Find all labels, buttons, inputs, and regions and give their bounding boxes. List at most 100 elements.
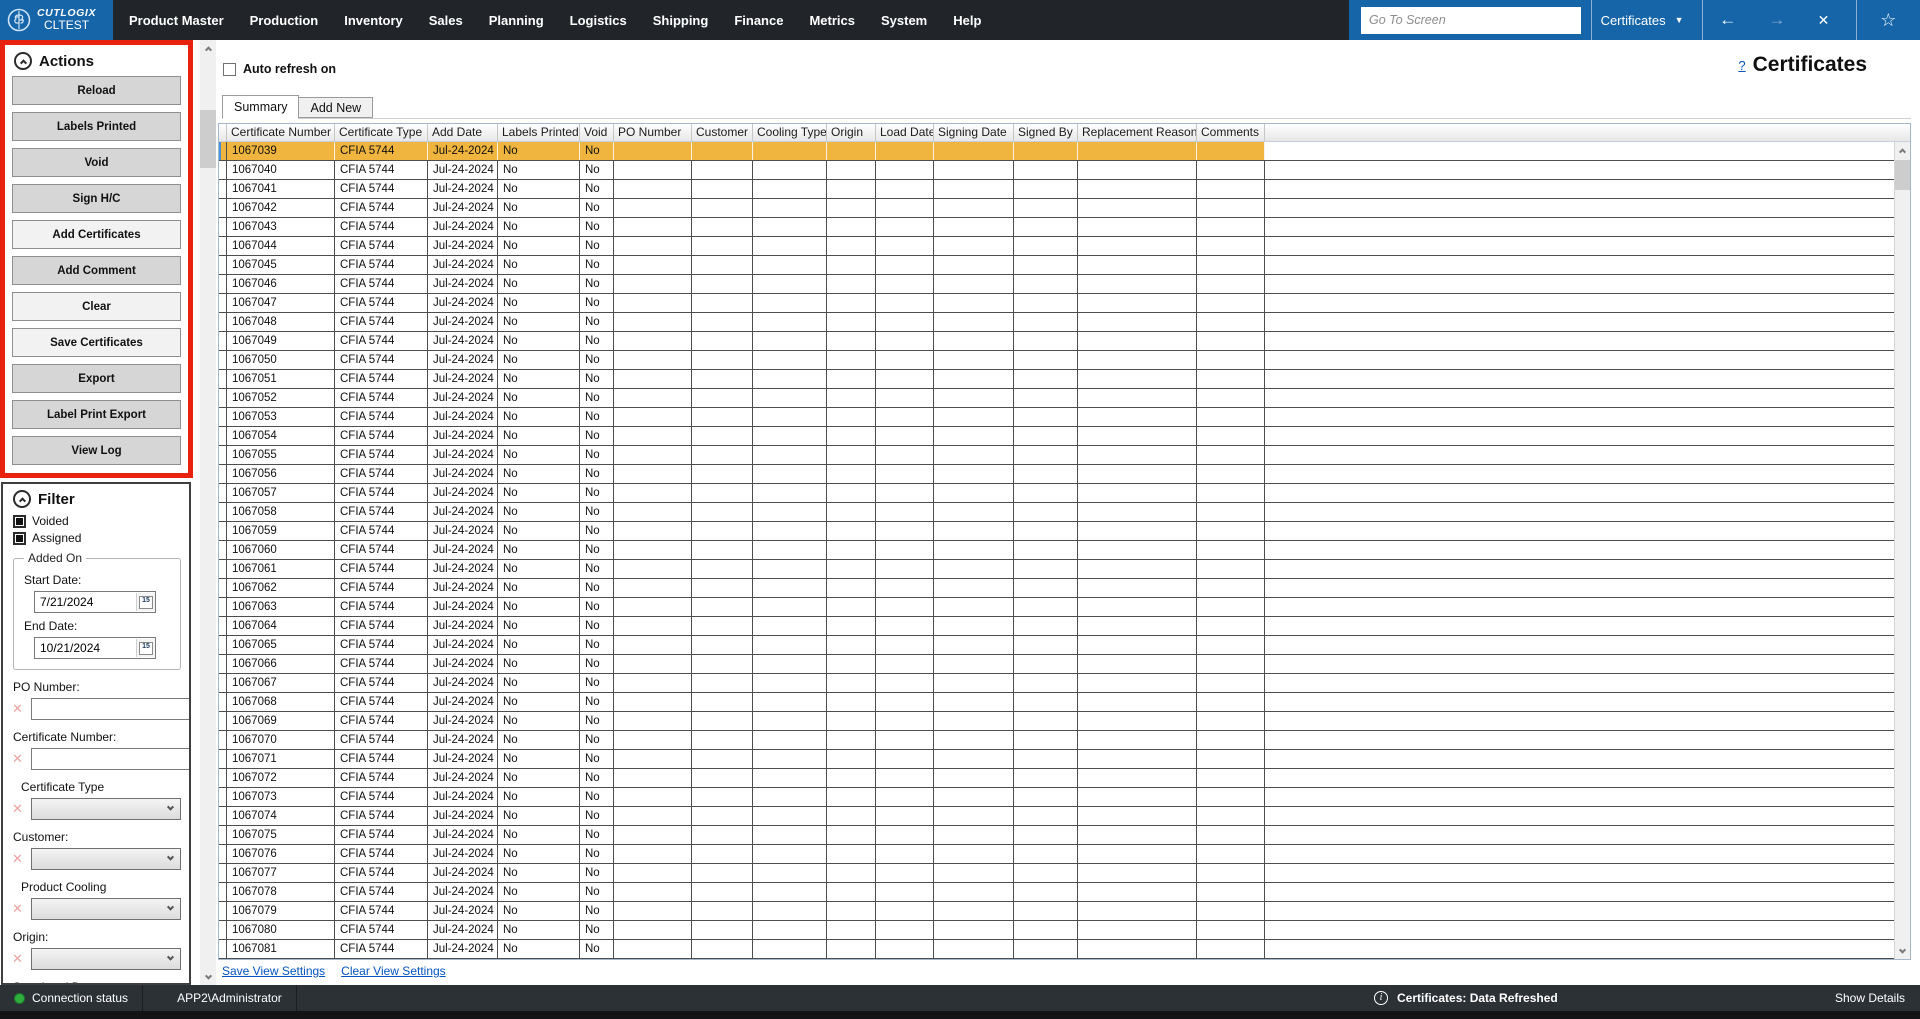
scroll-up-button[interactable] xyxy=(1895,142,1910,158)
table-row[interactable]: 1067056CFIA 5744Jul-24-2024NoNo xyxy=(219,465,1910,484)
column-header-void[interactable]: Void xyxy=(580,124,614,141)
table-row[interactable]: 1067066CFIA 5744Jul-24-2024NoNo xyxy=(219,655,1910,674)
table-row[interactable]: 1067041CFIA 5744Jul-24-2024NoNo xyxy=(219,180,1910,199)
collapse-actions-button[interactable] xyxy=(14,52,32,70)
table-row[interactable]: 1067051CFIA 5744Jul-24-2024NoNo xyxy=(219,370,1910,389)
sidebar-scrollbar[interactable] xyxy=(200,40,216,985)
table-row[interactable]: 1067044CFIA 5744Jul-24-2024NoNo xyxy=(219,237,1910,256)
save-view-settings-link[interactable]: Save View Settings xyxy=(222,964,325,978)
table-row-selected[interactable]: 1067039CFIA 5744Jul-24-2024NoNo xyxy=(219,142,1910,161)
start-date-calendar-button[interactable]: 15 xyxy=(136,593,155,611)
table-row[interactable]: 1067065CFIA 5744Jul-24-2024NoNo xyxy=(219,636,1910,655)
table-row[interactable]: 1067057CFIA 5744Jul-24-2024NoNo xyxy=(219,484,1910,503)
column-header-signing-date[interactable]: Signing Date xyxy=(934,124,1014,141)
table-row[interactable]: 1067081CFIA 5744Jul-24-2024NoNo xyxy=(219,940,1910,959)
table-row[interactable]: 1067060CFIA 5744Jul-24-2024NoNo xyxy=(219,541,1910,560)
forward-arrow-icon[interactable]: → xyxy=(1768,0,1785,40)
table-row[interactable]: 1067048CFIA 5744Jul-24-2024NoNo xyxy=(219,313,1910,332)
filter-select-origin[interactable] xyxy=(31,948,181,970)
menu-production[interactable]: Production xyxy=(250,13,319,28)
menu-product-master[interactable]: Product Master xyxy=(129,13,224,28)
menu-inventory[interactable]: Inventory xyxy=(344,13,403,28)
table-row[interactable]: 1067061CFIA 5744Jul-24-2024NoNo xyxy=(219,560,1910,579)
sign-h-c-button[interactable]: Sign H/C xyxy=(12,184,181,213)
filter-select-customer[interactable] xyxy=(31,848,181,870)
clear-filter-icon[interactable]: ✕ xyxy=(12,801,26,817)
column-header-customer[interactable]: Customer xyxy=(692,124,753,141)
add-comment-button[interactable]: Add Comment xyxy=(12,256,181,285)
clear-filter-icon[interactable]: ✕ xyxy=(12,951,26,967)
menu-shipping[interactable]: Shipping xyxy=(653,13,709,28)
table-row[interactable]: 1067079CFIA 5744Jul-24-2024NoNo xyxy=(219,902,1910,921)
column-header-comments[interactable]: Comments xyxy=(1197,124,1265,141)
void-button[interactable]: Void xyxy=(12,148,181,177)
export-button[interactable]: Export xyxy=(12,364,181,393)
table-row[interactable]: 1067072CFIA 5744Jul-24-2024NoNo xyxy=(219,769,1910,788)
table-scrollbar[interactable] xyxy=(1894,142,1910,959)
view-log-button[interactable]: View Log xyxy=(12,436,181,465)
column-header-cooling-type[interactable]: Cooling Type xyxy=(753,124,827,141)
table-row[interactable]: 1067047CFIA 5744Jul-24-2024NoNo xyxy=(219,294,1910,313)
clear-filter-icon[interactable]: ✕ xyxy=(12,901,26,917)
scroll-down-button[interactable] xyxy=(200,969,216,985)
end-date-calendar-button[interactable]: 15 xyxy=(136,639,155,657)
table-row[interactable]: 1067043CFIA 5744Jul-24-2024NoNo xyxy=(219,218,1910,237)
table-row[interactable]: 1067040CFIA 5744Jul-24-2024NoNo xyxy=(219,161,1910,180)
table-row[interactable]: 1067076CFIA 5744Jul-24-2024NoNo xyxy=(219,845,1910,864)
column-header-replacement-reason[interactable]: Replacement Reason xyxy=(1078,124,1197,141)
close-icon[interactable]: ✕ xyxy=(1818,0,1830,40)
column-header-signed-by[interactable]: Signed By xyxy=(1014,124,1078,141)
column-header-origin[interactable]: Origin xyxy=(827,124,876,141)
label-print-export-button[interactable]: Label Print Export xyxy=(12,400,181,429)
scroll-up-button[interactable] xyxy=(200,40,216,56)
table-row[interactable]: 1067077CFIA 5744Jul-24-2024NoNo xyxy=(219,864,1910,883)
clear-view-settings-link[interactable]: Clear View Settings xyxy=(341,964,446,978)
scrollbar-thumb[interactable] xyxy=(1895,160,1910,190)
clear-filter-icon[interactable]: ✕ xyxy=(12,751,26,767)
table-row[interactable]: 1067078CFIA 5744Jul-24-2024NoNo xyxy=(219,883,1910,902)
reload-button[interactable]: Reload xyxy=(12,76,181,105)
menu-metrics[interactable]: Metrics xyxy=(809,13,855,28)
menu-logistics[interactable]: Logistics xyxy=(570,13,627,28)
tab-add-new[interactable]: Add New xyxy=(299,97,373,118)
favorite-star-icon[interactable]: ☆ xyxy=(1880,10,1896,31)
table-row[interactable]: 1067049CFIA 5744Jul-24-2024NoNo xyxy=(219,332,1910,351)
scrollbar-thumb[interactable] xyxy=(200,110,216,168)
table-row[interactable]: 1067055CFIA 5744Jul-24-2024NoNo xyxy=(219,446,1910,465)
filter-input-po-number[interactable] xyxy=(31,698,191,720)
clear-button[interactable]: Clear xyxy=(12,292,181,321)
table-row[interactable]: 1067054CFIA 5744Jul-24-2024NoNo xyxy=(219,427,1910,446)
auto-refresh-checkbox[interactable] xyxy=(223,63,236,76)
table-row[interactable]: 1067053CFIA 5744Jul-24-2024NoNo xyxy=(219,408,1910,427)
table-row[interactable]: 1067069CFIA 5744Jul-24-2024NoNo xyxy=(219,712,1910,731)
menu-finance[interactable]: Finance xyxy=(734,13,783,28)
screen-selector-dropdown[interactable]: Certificates ▼ xyxy=(1592,0,1692,40)
column-header-certificate-number[interactable]: Certificate Number xyxy=(227,124,335,141)
scroll-down-button[interactable] xyxy=(1895,943,1910,959)
table-row[interactable]: 1067071CFIA 5744Jul-24-2024NoNo xyxy=(219,750,1910,769)
table-row[interactable]: 1067068CFIA 5744Jul-24-2024NoNo xyxy=(219,693,1910,712)
end-date-input[interactable] xyxy=(40,641,118,655)
filter-input-certificate-number[interactable] xyxy=(31,748,191,770)
table-row[interactable]: 1067063CFIA 5744Jul-24-2024NoNo xyxy=(219,598,1910,617)
table-row[interactable]: 1067042CFIA 5744Jul-24-2024NoNo xyxy=(219,199,1910,218)
table-row[interactable]: 1067075CFIA 5744Jul-24-2024NoNo xyxy=(219,826,1910,845)
voided-checkbox[interactable] xyxy=(13,515,26,528)
table-row[interactable]: 1067050CFIA 5744Jul-24-2024NoNo xyxy=(219,351,1910,370)
table-row[interactable]: 1067052CFIA 5744Jul-24-2024NoNo xyxy=(219,389,1910,408)
column-header-labels-printed[interactable]: Labels Printed xyxy=(498,124,580,141)
table-row[interactable]: 1067058CFIA 5744Jul-24-2024NoNo xyxy=(219,503,1910,522)
table-row[interactable]: 1067059CFIA 5744Jul-24-2024NoNo xyxy=(219,522,1910,541)
menu-system[interactable]: System xyxy=(881,13,927,28)
table-row[interactable]: 1067067CFIA 5744Jul-24-2024NoNo xyxy=(219,674,1910,693)
labels-printed-button[interactable]: Labels Printed xyxy=(12,112,181,141)
clear-filter-icon[interactable]: ✕ xyxy=(12,851,26,867)
show-details-button[interactable]: Show Details xyxy=(1835,991,1905,1005)
menu-sales[interactable]: Sales xyxy=(429,13,463,28)
table-row[interactable]: 1067080CFIA 5744Jul-24-2024NoNo xyxy=(219,921,1910,940)
add-certificates-button[interactable]: Add Certificates xyxy=(12,220,181,249)
clear-filter-icon[interactable]: ✕ xyxy=(12,701,26,717)
table-row[interactable]: 1067045CFIA 5744Jul-24-2024NoNo xyxy=(219,256,1910,275)
column-header-load-date[interactable]: Load Date xyxy=(876,124,934,141)
column-header-add-date[interactable]: Add Date xyxy=(428,124,498,141)
